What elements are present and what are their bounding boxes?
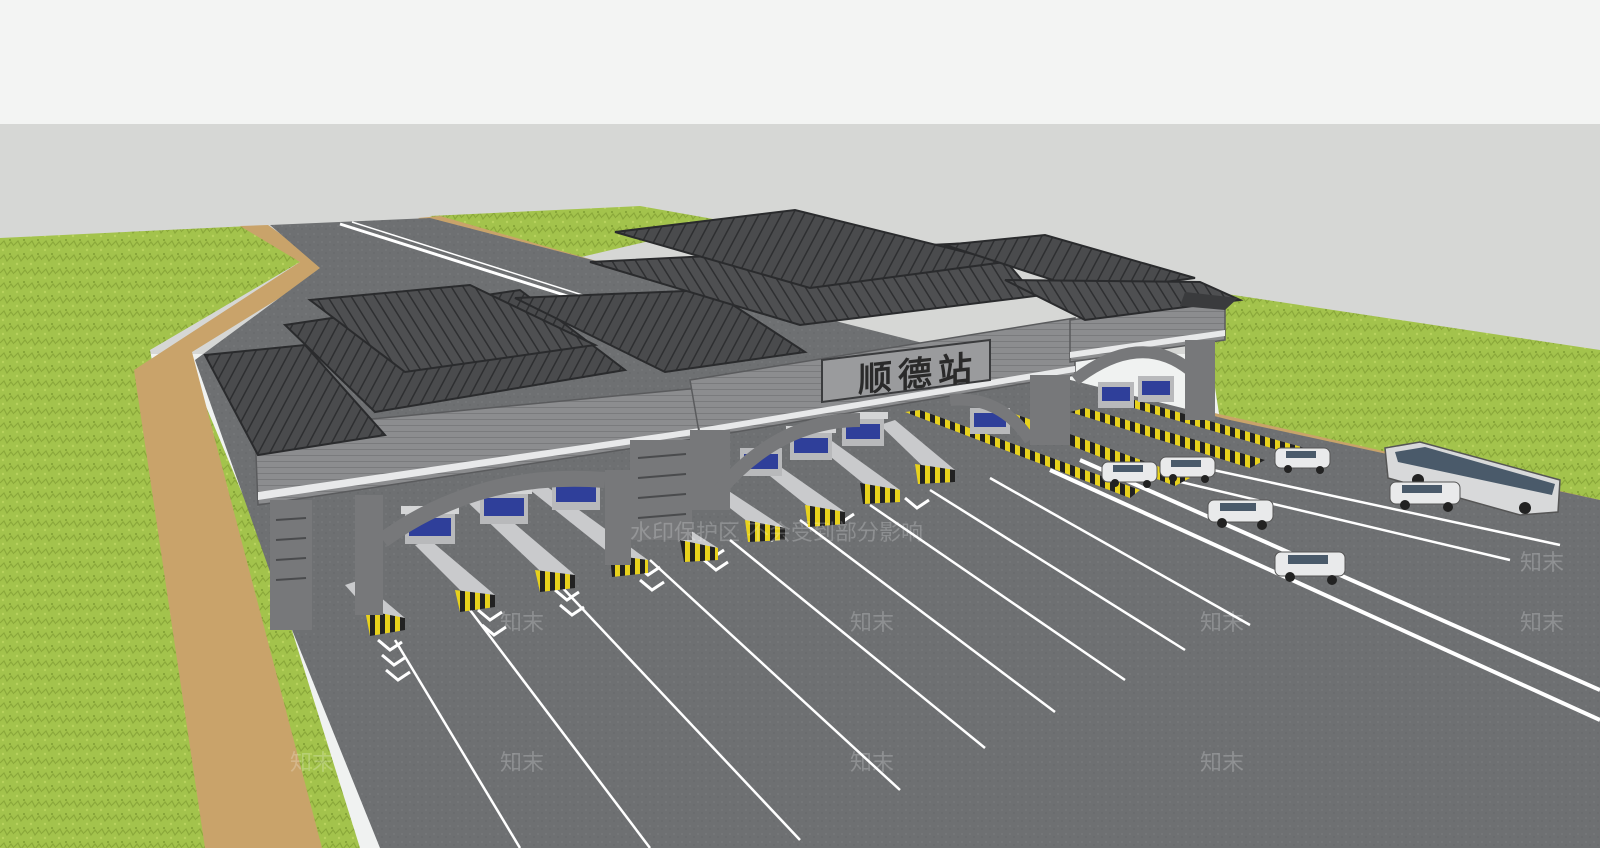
watermark-notice: 水印保护区 不会受到部分影响 (630, 521, 923, 546)
canopy-column (1185, 340, 1215, 420)
watermark-brand: 知末 (850, 751, 894, 776)
watermark-brand: 知末 (500, 611, 544, 636)
watermark-brand: 知末 (1200, 611, 1244, 636)
watermark-brand: 知末 (850, 611, 894, 636)
canopy-column (690, 430, 730, 510)
canopy-column (355, 495, 383, 615)
watermark-brand: 知末 (1520, 551, 1564, 576)
toll-booth (1138, 376, 1174, 402)
sky (0, 0, 1600, 124)
watermark-brand: 知末 (290, 751, 334, 776)
toll-station-scene: 顺德站 水印保护区 不会受到部分影响 知末 知末 知末 知末 知末 知末 知末 … (0, 0, 1600, 848)
canopy-column (1030, 375, 1070, 445)
toll-booth (1098, 382, 1134, 408)
watermark-brand: 知末 (500, 751, 544, 776)
canopy-column (605, 470, 631, 565)
watermark-brand: 知末 (1200, 751, 1244, 776)
watermark-brand: 知末 (1520, 611, 1564, 636)
